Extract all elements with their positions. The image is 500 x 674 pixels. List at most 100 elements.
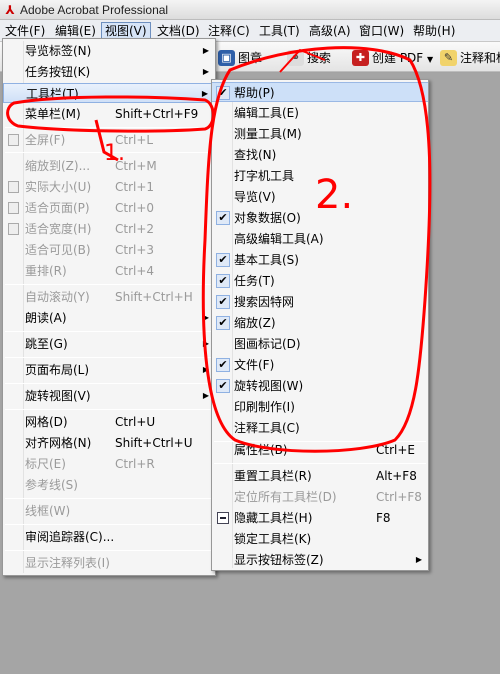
dropdown-arrow-icon[interactable]: ▼	[427, 55, 433, 64]
toolbar-item[interactable]: ✔ 对象数据(O)	[212, 208, 428, 228]
item-shortcut: Ctrl+M	[115, 159, 157, 173]
toolbar-item-help[interactable]: ✔ 帮助(P)	[212, 82, 428, 102]
item-label: 任务(T)	[234, 274, 275, 288]
toolbar-item-properties[interactable]: 属性栏(B) Ctrl+E	[212, 440, 428, 460]
item-label: 适合页面(P)	[25, 201, 90, 215]
comment-label: 注释和标	[460, 51, 500, 65]
view-menu-item[interactable]: 实际大小(U) Ctrl+1	[3, 177, 215, 197]
window-title: Adobe Acrobat Professional	[20, 3, 169, 17]
item-shortcut: Shift+Ctrl+U	[115, 436, 193, 450]
checkmark-icon: ✔	[216, 316, 230, 330]
toolbar-item[interactable]: 查找(N)	[212, 145, 428, 165]
toolbar-item[interactable]: ✔ 基本工具(S)	[212, 250, 428, 270]
toolbar-item[interactable]: 图画标记(D)	[212, 334, 428, 354]
create-pdf-button[interactable]: ✚ 创建 PDF ▼	[352, 48, 433, 68]
item-shortcut: Ctrl+0	[115, 201, 155, 215]
item-label: 朗读(A)	[25, 311, 67, 325]
view-menu-item-menubar[interactable]: 菜单栏(M) Shift+Ctrl+F9	[3, 104, 215, 124]
checkmark-icon: ✔	[216, 295, 230, 309]
search-button[interactable]: ⚭ 搜索	[287, 48, 331, 68]
menu-window[interactable]: 窗口(W)	[356, 22, 407, 40]
item-label: 帮助(P)	[234, 86, 275, 100]
menu-advanced[interactable]: 高级(A)	[306, 22, 354, 40]
checkmark-icon: ✔	[216, 274, 230, 288]
submenu-arrow-icon: ▶	[415, 555, 422, 564]
item-label: 旋转视图(W)	[234, 379, 304, 393]
toolbar-item[interactable]: 测量工具(M)	[212, 124, 428, 144]
toolbar-item-button-labels[interactable]: 显示按钮标签(Z) ▶	[212, 550, 428, 570]
item-label: 菜单栏(M)	[25, 107, 81, 121]
stamp-button[interactable]: ▣ 图章	[218, 48, 262, 68]
toolbar-item[interactable]: ✔ 任务(T)	[212, 271, 428, 291]
hide-toolbars-icon	[217, 512, 229, 524]
item-shortcut: Ctrl+2	[115, 222, 155, 236]
item-label: 工具栏(T)	[26, 87, 79, 101]
view-menu-item[interactable]: 全屏(F) Ctrl+L	[3, 130, 215, 150]
toolbar-item[interactable]: ✔ 缩放(Z)	[212, 313, 428, 333]
toolbar-item[interactable]: ✔ 搜索因特网	[212, 292, 428, 312]
item-label: 属性栏(B)	[234, 443, 288, 457]
view-menu-item[interactable]: 旋转视图(V) ▶	[3, 386, 215, 406]
view-menu-item[interactable]: 审阅追踪器(C)...	[3, 527, 215, 547]
toolbar-item-hide[interactable]: 隐藏工具栏(H) F8	[212, 508, 428, 528]
toolbar-item-reset[interactable]: 重置工具栏(R) Alt+F8	[212, 466, 428, 486]
view-menu-item[interactable]: 自动滚动(Y) Shift+Ctrl+H	[3, 287, 215, 307]
item-label: 打字机工具	[234, 169, 295, 183]
item-shortcut: Ctrl+E	[376, 443, 415, 457]
view-menu-item[interactable]: 显示注释列表(I)	[3, 553, 215, 573]
menu-separator	[5, 331, 213, 332]
menu-separator	[5, 498, 213, 499]
toolbar-item[interactable]: 导览(V)	[212, 187, 428, 207]
menu-help[interactable]: 帮助(H)	[410, 22, 458, 40]
toolbar-item-dock-all[interactable]: 定位所有工具栏(D) Ctrl+F8	[212, 487, 428, 507]
view-menu-item-toolbars[interactable]: 工具栏(T) ▶	[3, 83, 215, 103]
toolbar-item[interactable]: ✔ 旋转视图(W)	[212, 376, 428, 396]
item-label: 注释工具(C)	[234, 421, 300, 435]
toolbar-item-lock[interactable]: 锁定工具栏(K)	[212, 529, 428, 549]
view-menu-item[interactable]: 适合宽度(H) Ctrl+2	[3, 219, 215, 239]
item-label: 搜索因特网	[234, 295, 295, 309]
menu-separator	[5, 127, 213, 128]
actual-size-icon	[8, 181, 19, 193]
checkmark-icon: ✔	[216, 211, 230, 225]
submenu-arrow-icon: ▶	[202, 313, 209, 322]
view-menu-item[interactable]: 线框(W)	[3, 501, 215, 521]
item-shortcut: Shift+Ctrl+H	[115, 290, 193, 304]
toolbar-item[interactable]: 编辑工具(E)	[212, 103, 428, 123]
view-menu-item[interactable]: 适合页面(P) Ctrl+0	[3, 198, 215, 218]
view-menu-item[interactable]: 导览标签(N) ▶	[3, 41, 215, 61]
item-label: 跳至(G)	[25, 337, 68, 351]
fullscreen-icon	[8, 134, 19, 146]
view-menu-item[interactable]: 对齐网格(N) Shift+Ctrl+U	[3, 433, 215, 453]
menu-tools[interactable]: 工具(T)	[256, 22, 303, 40]
view-menu-item[interactable]: 页面布局(L) ▶	[3, 360, 215, 380]
toolbar-item[interactable]: 注释工具(C)	[212, 418, 428, 438]
item-label: 定位所有工具栏(D)	[234, 490, 337, 504]
view-menu-item[interactable]: 标尺(E) Ctrl+R	[3, 454, 215, 474]
view-menu-item[interactable]: 跳至(G) ▶	[3, 334, 215, 354]
view-menu-item[interactable]: 网格(D) Ctrl+U	[3, 412, 215, 432]
item-shortcut: Alt+F8	[376, 469, 417, 483]
toolbar-item[interactable]: 印刷制作(I)	[212, 397, 428, 417]
item-label: 重排(R)	[25, 264, 67, 278]
comment-markup-button[interactable]: ✎ 注释和标	[440, 48, 500, 68]
toolbar-item[interactable]: 打字机工具	[212, 166, 428, 186]
view-menu-item[interactable]: 重排(R) Ctrl+4	[3, 261, 215, 281]
item-label: 全屏(F)	[25, 133, 66, 147]
toolbar-item[interactable]: ✔ 文件(F)	[212, 355, 428, 375]
view-menu-item[interactable]: 缩放到(Z)... Ctrl+M	[3, 156, 215, 176]
item-label: 查找(N)	[234, 148, 277, 162]
view-menu-item[interactable]: 朗读(A) ▶	[3, 308, 215, 328]
submenu-arrow-icon: ▶	[202, 339, 209, 348]
view-menu-item[interactable]: 适合可见(B) Ctrl+3	[3, 240, 215, 260]
item-label: 自动滚动(Y)	[25, 290, 90, 304]
item-label: 重置工具栏(R)	[234, 469, 312, 483]
item-label: 缩放到(Z)...	[25, 159, 91, 173]
item-label: 图画标记(D)	[234, 337, 301, 351]
menu-separator	[214, 463, 426, 464]
view-menu-item[interactable]: 任务按钮(K) ▶	[3, 62, 215, 82]
item-label: 对象数据(O)	[234, 211, 301, 225]
toolbar-item[interactable]: 高级编辑工具(A)	[212, 229, 428, 249]
view-menu-item[interactable]: 参考线(S)	[3, 475, 215, 495]
submenu-arrow-icon: ▶	[202, 365, 209, 374]
